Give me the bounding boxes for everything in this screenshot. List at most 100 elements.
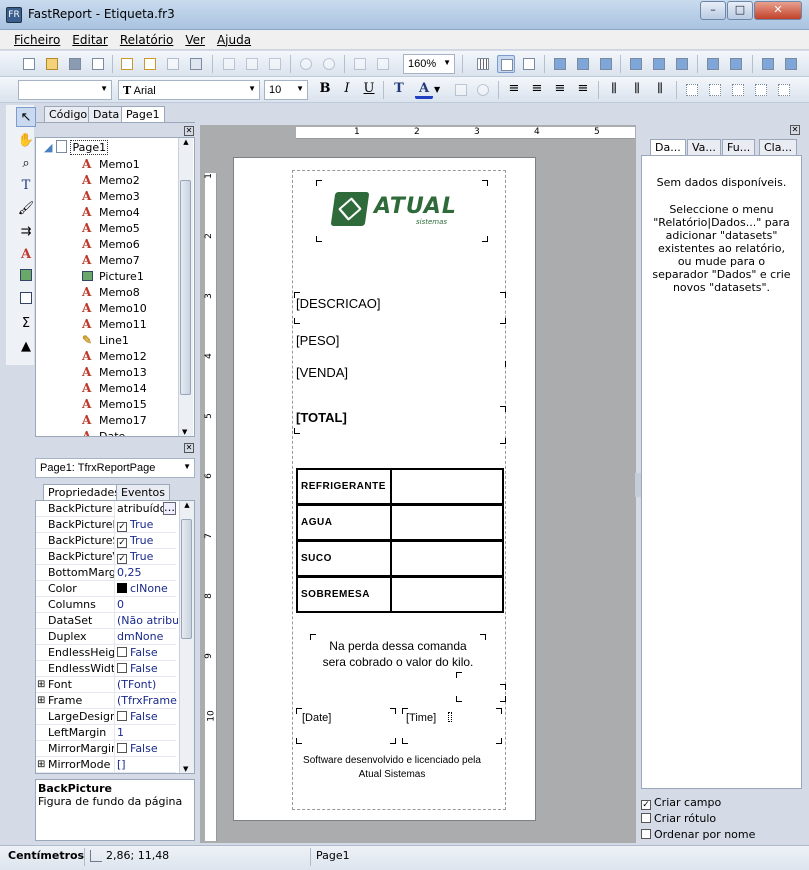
report-page[interactable]: ATUAL sistemas [DESCRICAO] [PESO] [VENDA… — [233, 157, 536, 821]
tree-item[interactable]: A Date — [82, 428, 125, 436]
field-descricao[interactable]: [DESCRICAO] — [296, 296, 381, 311]
property-row[interactable]: Color clNone — [36, 581, 176, 597]
property-value[interactable]: (TfrxFrame) — [114, 693, 178, 709]
tree-item[interactable]: A Memo11 — [82, 316, 147, 332]
format-painter-icon[interactable]: 🖌 — [16, 199, 36, 219]
hand-tool-icon[interactable]: ✋ — [16, 131, 36, 151]
property-value[interactable]: 0,25 — [114, 565, 178, 581]
property-value[interactable]: (Não atribuído) — [114, 613, 178, 629]
highlight-icon[interactable]: T — [390, 81, 408, 99]
group-icon[interactable] — [351, 55, 369, 73]
italic-icon[interactable]: I — [338, 81, 356, 99]
property-row[interactable]: BackPicturePrintable✓True — [36, 517, 176, 533]
space-vertical-icon[interactable] — [727, 55, 745, 73]
property-value[interactable]: False — [114, 709, 178, 725]
menu-ajuda[interactable]: Ajuda — [211, 30, 257, 47]
close-button[interactable]: ✕ — [754, 1, 802, 20]
tree-item[interactable]: A Memo3 — [82, 188, 140, 204]
new-page-icon[interactable] — [118, 55, 136, 73]
align-left-icon[interactable] — [551, 55, 569, 73]
property-row[interactable]: BackPicture atribuído)… — [36, 501, 178, 517]
font-size-combo[interactable]: 10 ▼ — [264, 80, 308, 100]
band-tool-icon[interactable]: ⇉ — [16, 222, 36, 242]
tree-item[interactable]: A Memo2 — [82, 172, 140, 188]
memo-tool-icon[interactable]: A — [16, 245, 36, 265]
time-field[interactable]: [Time] — [402, 708, 502, 744]
tree-scrollbar[interactable]: ▲ ▼ — [178, 138, 193, 436]
property-row[interactable]: ⊞ Frame (TfrxFrame) — [36, 693, 178, 709]
center-vertical-icon[interactable] — [782, 55, 800, 73]
data-option-checkbox[interactable]: ✓ Criar campo — [641, 796, 721, 810]
text-tool-icon[interactable]: T — [16, 176, 36, 196]
maximize-button[interactable]: □ — [727, 1, 753, 20]
highlight-attr-icon[interactable] — [474, 81, 492, 99]
zoom-combo[interactable]: 160% ▼ — [403, 54, 455, 74]
property-row[interactable]: BackPictureVisible✓True — [36, 549, 176, 565]
property-row[interactable]: LargeDesignHeightFalse — [36, 709, 176, 725]
sum-tool-icon[interactable]: Σ — [16, 314, 36, 334]
ellipsis-button[interactable]: … — [163, 502, 176, 515]
property-row[interactable]: ⊞ MirrorMode[] — [36, 757, 176, 773]
underline-icon[interactable]: U — [360, 81, 378, 99]
frame-top-icon[interactable] — [683, 81, 701, 99]
property-value[interactable]: False — [114, 741, 178, 757]
property-value[interactable]: [] — [114, 757, 178, 773]
text-justify-icon[interactable]: ≡ — [574, 81, 592, 99]
checkbox[interactable]: ✓ — [117, 538, 127, 548]
field-total[interactable]: [TOTAL] — [296, 410, 347, 425]
property-value[interactable]: ✓ True — [114, 533, 178, 549]
tab-data[interactable]: Data — [88, 106, 125, 122]
data-option-checkbox[interactable]: Ordenar por nome — [641, 828, 755, 841]
checkbox[interactable] — [117, 743, 127, 753]
frame-all-icon[interactable] — [775, 81, 793, 99]
property-row[interactable]: EndlessWidthFalse — [36, 661, 176, 677]
cut-icon[interactable] — [220, 55, 238, 73]
table-label-cell[interactable]: REFRIGERANTE — [296, 468, 392, 505]
paste-icon[interactable] — [266, 55, 284, 73]
field-peso[interactable]: [PESO] — [296, 333, 339, 348]
text-rotation-icon[interactable] — [452, 81, 470, 99]
property-value[interactable]: (TFont) — [114, 677, 178, 693]
subreport-tool-icon[interactable] — [16, 291, 36, 311]
tab-variables[interactable]: Va... — [687, 139, 721, 155]
expand-icon[interactable]: ⊞ — [37, 757, 45, 773]
menu-relatorio[interactable]: Relatório — [114, 30, 180, 47]
property-value[interactable]: 1 — [114, 725, 178, 741]
shapes-tool-icon[interactable]: ▲ — [16, 337, 36, 357]
valign-bottom-icon[interactable]: ⫼ — [651, 81, 669, 99]
valign-top-icon[interactable]: ⫼ — [605, 81, 623, 99]
menu-editar[interactable]: Editar — [66, 30, 114, 47]
property-value[interactable]: dmNone — [114, 629, 178, 645]
checkbox[interactable] — [117, 711, 127, 721]
property-row[interactable]: ⊞ Font (TFont) — [36, 677, 176, 693]
property-row[interactable]: BackPictureStretched✓True — [36, 533, 176, 549]
align-top-icon[interactable] — [627, 55, 645, 73]
new-icon[interactable] — [20, 55, 38, 73]
minimize-button[interactable]: – — [700, 1, 726, 20]
align-right-icon[interactable] — [597, 55, 615, 73]
tab-data-tree[interactable]: Da... — [650, 139, 686, 155]
menu-ver[interactable]: Ver — [179, 30, 211, 47]
props-scrollbar[interactable]: ▲ ▼ — [179, 501, 194, 773]
property-row[interactable]: Columns 0 — [36, 597, 176, 613]
save-icon[interactable] — [66, 55, 84, 73]
footer-text[interactable]: Software desenvolvido e licenciado pela … — [292, 754, 492, 782]
tree-item[interactable]: A Memo4 — [82, 204, 140, 220]
table-value-cell[interactable] — [390, 540, 504, 577]
property-value[interactable]: clNone — [114, 581, 178, 597]
tab-codigo[interactable]: Código — [44, 106, 93, 122]
property-row[interactable]: LeftMargin 1 — [36, 725, 176, 741]
close-tree-icon[interactable]: ✕ — [184, 126, 194, 136]
checkbox[interactable]: ✓ — [117, 522, 127, 532]
center-horizontal-icon[interactable] — [759, 55, 777, 73]
space-horizontal-icon[interactable] — [704, 55, 722, 73]
bold-icon[interactable]: B — [316, 81, 334, 99]
show-grid-icon[interactable] — [474, 55, 492, 73]
style-combo[interactable]: ▼ — [18, 80, 112, 100]
picture-tool-icon[interactable] — [16, 268, 36, 288]
property-row[interactable]: BottomMargin0,25 — [36, 565, 176, 581]
page-settings-icon[interactable] — [187, 55, 205, 73]
tree-item[interactable]: ✎ Line1 — [82, 332, 129, 348]
select-tool-icon[interactable]: ↖ — [16, 107, 36, 127]
undo-icon[interactable] — [297, 55, 315, 73]
